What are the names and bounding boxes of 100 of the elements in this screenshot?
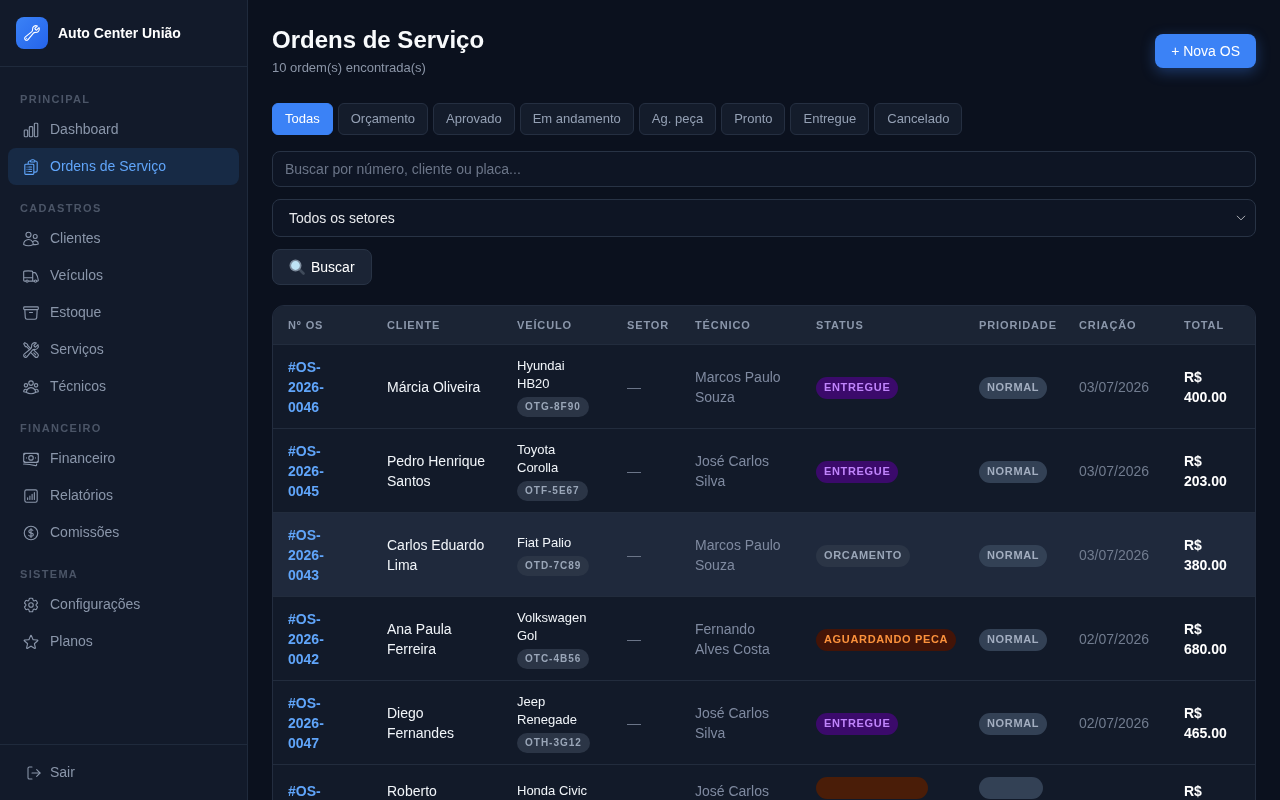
- status-filter-tab[interactable]: Orçamento: [337, 103, 428, 135]
- section-label: PRINCIPAL: [19, 92, 92, 107]
- client-name: Márcia Oliveira: [387, 377, 482, 397]
- creation-date: 02/07/2026: [1079, 630, 1150, 647]
- order-number-link[interactable]: #OS-2026-0045: [288, 440, 324, 501]
- priority-badge: NORMAL: [979, 628, 1048, 651]
- vehicle-name: Volkswagen Gol: [517, 608, 588, 645]
- section-label: FINANCEIRO: [19, 421, 103, 436]
- technician-name: Marcos Paulo Souza: [695, 367, 782, 407]
- order-number-link[interactable]: #OS-2026-0047: [288, 692, 324, 753]
- search-button[interactable]: Buscar: [272, 249, 372, 285]
- clipboard-list-icon: [22, 157, 40, 176]
- vehicle-name: Toyota Corolla: [517, 440, 560, 477]
- sector-value: —: [627, 714, 641, 731]
- sector-select[interactable]: Todos os setores: [272, 199, 1256, 237]
- client-name: Ana Paula Ferreira: [387, 619, 453, 659]
- client-name: Roberto: [387, 782, 438, 800]
- section-label: CADASTROS: [19, 201, 103, 216]
- nav-item[interactable]: Ordens de Serviço: [8, 148, 239, 185]
- nav-item[interactable]: Serviços: [8, 331, 239, 368]
- plate-badge: OTH-3G12: [517, 732, 590, 753]
- table-row[interactable]: #OS-2026-0046 Márcia Oliveira Hyundai HB20 OTG-8F90 — Marcos Paulo Souza ENTREGUE NORMAL 03/07/2026 R$ 400.00: [273, 344, 1255, 429]
- section-label: SISTEMA: [19, 567, 80, 582]
- nav-item[interactable]: Comissões: [8, 514, 239, 551]
- column-header: PRIORIDADE: [964, 306, 1064, 345]
- nav-item[interactable]: Dashboard: [8, 111, 239, 148]
- total-value: R$ 380.00: [1184, 535, 1227, 575]
- wrench-screwdriver-icon: [22, 340, 40, 359]
- status-badge: AGUARDANDO PECA: [816, 628, 957, 651]
- wrench-icon: [16, 17, 48, 49]
- vehicle-name: Jeep Renegade: [517, 692, 578, 729]
- table-row[interactable]: #OS-2026-0043 Carlos Eduardo Lima Fiat Palio OTD-7C89 — Marcos Paulo Souza ORCAMENTO NORMAL 03/07/2026 R$ 380.00: [273, 512, 1255, 597]
- technician-name: Fernando Alves Costa: [695, 619, 771, 659]
- priority-badge: NORMAL: [979, 544, 1048, 567]
- order-number-link[interactable]: #OS-2026-0046: [288, 356, 324, 417]
- technician-name: Marcos Paulo Souza: [695, 535, 782, 575]
- user-group-icon: [22, 377, 40, 396]
- client-name: Pedro Henrique Santos: [387, 451, 487, 491]
- priority-badge: NORMAL: [979, 460, 1048, 483]
- archive-box-icon: [22, 303, 40, 322]
- table-row[interactable]: #OS- Roberto Honda Civic José Carlos R$: [273, 764, 1255, 800]
- plate-badge: OTF-5E67: [517, 480, 588, 501]
- logout-icon: [26, 764, 42, 781]
- technician-name: José Carlos Silva: [695, 451, 770, 491]
- vehicle-name: Hyundai HB20: [517, 356, 566, 393]
- table-row[interactable]: #OS-2026-0042 Ana Paula Ferreira Volkswagen Gol OTC-4B56 — Fernando Alves Costa AGUARDANDO PECA NORMAL 02/07/2026 R$ 680.00: [273, 596, 1255, 681]
- nav-item[interactable]: Configurações: [8, 586, 239, 623]
- users-icon: [22, 229, 40, 248]
- total-value: R$ 203.00: [1184, 451, 1227, 491]
- column-header: VEÍCULO: [502, 306, 612, 345]
- table-row[interactable]: #OS-2026-0045 Pedro Henrique Santos Toyota Corolla OTF-5E67 — José Carlos Silva ENTREGUE NORMAL 03/07/2026 R$ 203.00: [273, 428, 1255, 513]
- nav-item[interactable]: Clientes: [8, 220, 239, 257]
- column-header: TÉCNICO: [680, 306, 801, 345]
- order-number-link[interactable]: #OS-2026-0043: [288, 524, 324, 585]
- status-filter-tab[interactable]: Entregue: [790, 103, 870, 135]
- star-icon: [22, 632, 40, 651]
- bar-chart-icon: [22, 120, 40, 139]
- status-badge: ORCAMENTO: [816, 544, 910, 567]
- creation-date: 02/07/2026: [1079, 714, 1150, 731]
- nav-item[interactable]: Veículos: [8, 257, 239, 294]
- vehicle-name: Honda Civic: [517, 782, 588, 800]
- plate-badge: OTC-4B56: [517, 648, 590, 669]
- total-value: R$ 465.00: [1184, 703, 1227, 743]
- sector-value: —: [627, 462, 641, 479]
- creation-date: 03/07/2026: [1079, 378, 1150, 395]
- technician-name: José Carlos Silva: [695, 703, 770, 743]
- page-title: Ordens de Serviço: [272, 25, 485, 55]
- column-header: SETOR: [612, 306, 680, 345]
- status-badge: ENTREGUE: [816, 712, 899, 735]
- logout-link[interactable]: Sair: [8, 754, 239, 791]
- new-order-button[interactable]: + Nova OS: [1155, 34, 1256, 68]
- status-filter-tab[interactable]: Aprovado: [433, 103, 515, 135]
- priority-badge: NORMAL: [979, 712, 1048, 735]
- search-icon: [289, 259, 305, 275]
- column-header: CLIENTE: [372, 306, 502, 345]
- status-filter-tab[interactable]: Todas: [272, 103, 333, 135]
- client-name: Diego Fernandes: [387, 703, 455, 743]
- sector-value: —: [627, 378, 641, 395]
- sector-value: —: [627, 546, 641, 563]
- plate-badge: OTG-8F90: [517, 396, 589, 417]
- creation-date: 03/07/2026: [1079, 462, 1150, 479]
- order-number-link[interactable]: #OS-2026-0042: [288, 608, 324, 669]
- total-value: R$ 680.00: [1184, 619, 1227, 659]
- nav-item[interactable]: Técnicos: [8, 368, 239, 405]
- nav-item[interactable]: Financeiro: [8, 440, 239, 477]
- status-filter-tab[interactable]: Em andamento: [519, 103, 634, 135]
- status-filter-tab[interactable]: Ag. peça: [638, 103, 717, 135]
- creation-date: 03/07/2026: [1079, 546, 1150, 563]
- vehicle-name: Fiat Palio: [517, 533, 572, 552]
- column-header: Nº OS: [273, 306, 372, 345]
- column-header: TOTAL: [1169, 306, 1255, 345]
- status-filter-tab[interactable]: Cancelado: [874, 103, 963, 135]
- table-row[interactable]: #OS-2026-0047 Diego Fernandes Jeep Renegade OTH-3G12 — José Carlos Silva ENTREGUE NORMAL 02/07/2026 R$ 465.00: [273, 680, 1255, 765]
- brand-name: Auto Center União: [58, 23, 181, 43]
- order-number-link[interactable]: #OS-: [288, 781, 321, 800]
- nav-item[interactable]: Relatórios: [8, 477, 239, 514]
- search-field[interactable]: Buscar por número, cliente ou placa...: [272, 151, 1256, 187]
- nav-item[interactable]: Planos: [8, 623, 239, 660]
- nav-item[interactable]: Estoque: [8, 294, 239, 331]
- status-filter-tab[interactable]: Pronto: [721, 103, 786, 135]
